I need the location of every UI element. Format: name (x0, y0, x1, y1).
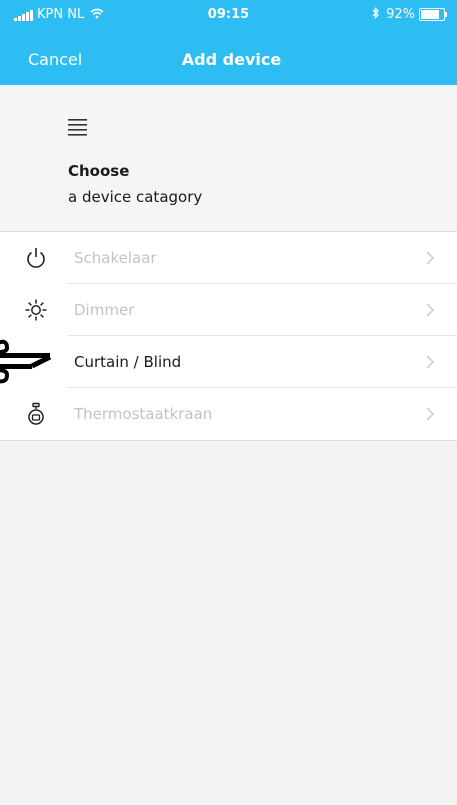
bluetooth-icon (372, 6, 380, 22)
page-title: Add device (181, 50, 282, 69)
chevron-right-icon (426, 251, 434, 265)
battery-icon (419, 8, 447, 21)
category-item-thermostaatkraan[interactable]: Thermostaatkraan (0, 388, 457, 440)
status-bar: KPN NL 09:15 92% (0, 0, 457, 30)
category-label: Dimmer (74, 301, 135, 319)
category-label: Thermostaatkraan (74, 405, 213, 423)
menu-icon (68, 119, 87, 136)
category-header: Choose a device catagory (0, 85, 457, 232)
header-title: Choose (68, 162, 130, 180)
category-item-curtain-blind[interactable]: Curtain / Blind (0, 336, 457, 388)
category-label: Curtain / Blind (74, 353, 182, 371)
top-bar: KPN NL 09:15 92% Cancel Add device (0, 0, 457, 85)
chevron-right-icon (426, 303, 434, 317)
chevron-right-icon (426, 407, 434, 421)
navigation-bar: Cancel Add device (0, 38, 457, 82)
sun-icon (25, 299, 47, 321)
chevron-right-icon (426, 355, 434, 369)
curtain-icon (0, 339, 52, 384)
category-label: Schakelaar (74, 249, 157, 267)
category-item-schakelaar[interactable]: Schakelaar (0, 232, 457, 284)
category-item-dimmer[interactable]: Dimmer (0, 284, 457, 336)
battery-percent: 92% (386, 6, 415, 22)
category-list: Schakelaar Dimmer Curtain / Blind Thermo… (0, 231, 457, 441)
status-right: 92% (372, 6, 447, 22)
battery-fill (421, 10, 440, 19)
header-subtitle: a device catagory (68, 188, 203, 206)
power-icon (27, 248, 45, 268)
thermostat-valve-icon (28, 402, 44, 425)
add-device-screen: KPN NL 09:15 92% Cancel Add device Choos… (0, 0, 457, 805)
